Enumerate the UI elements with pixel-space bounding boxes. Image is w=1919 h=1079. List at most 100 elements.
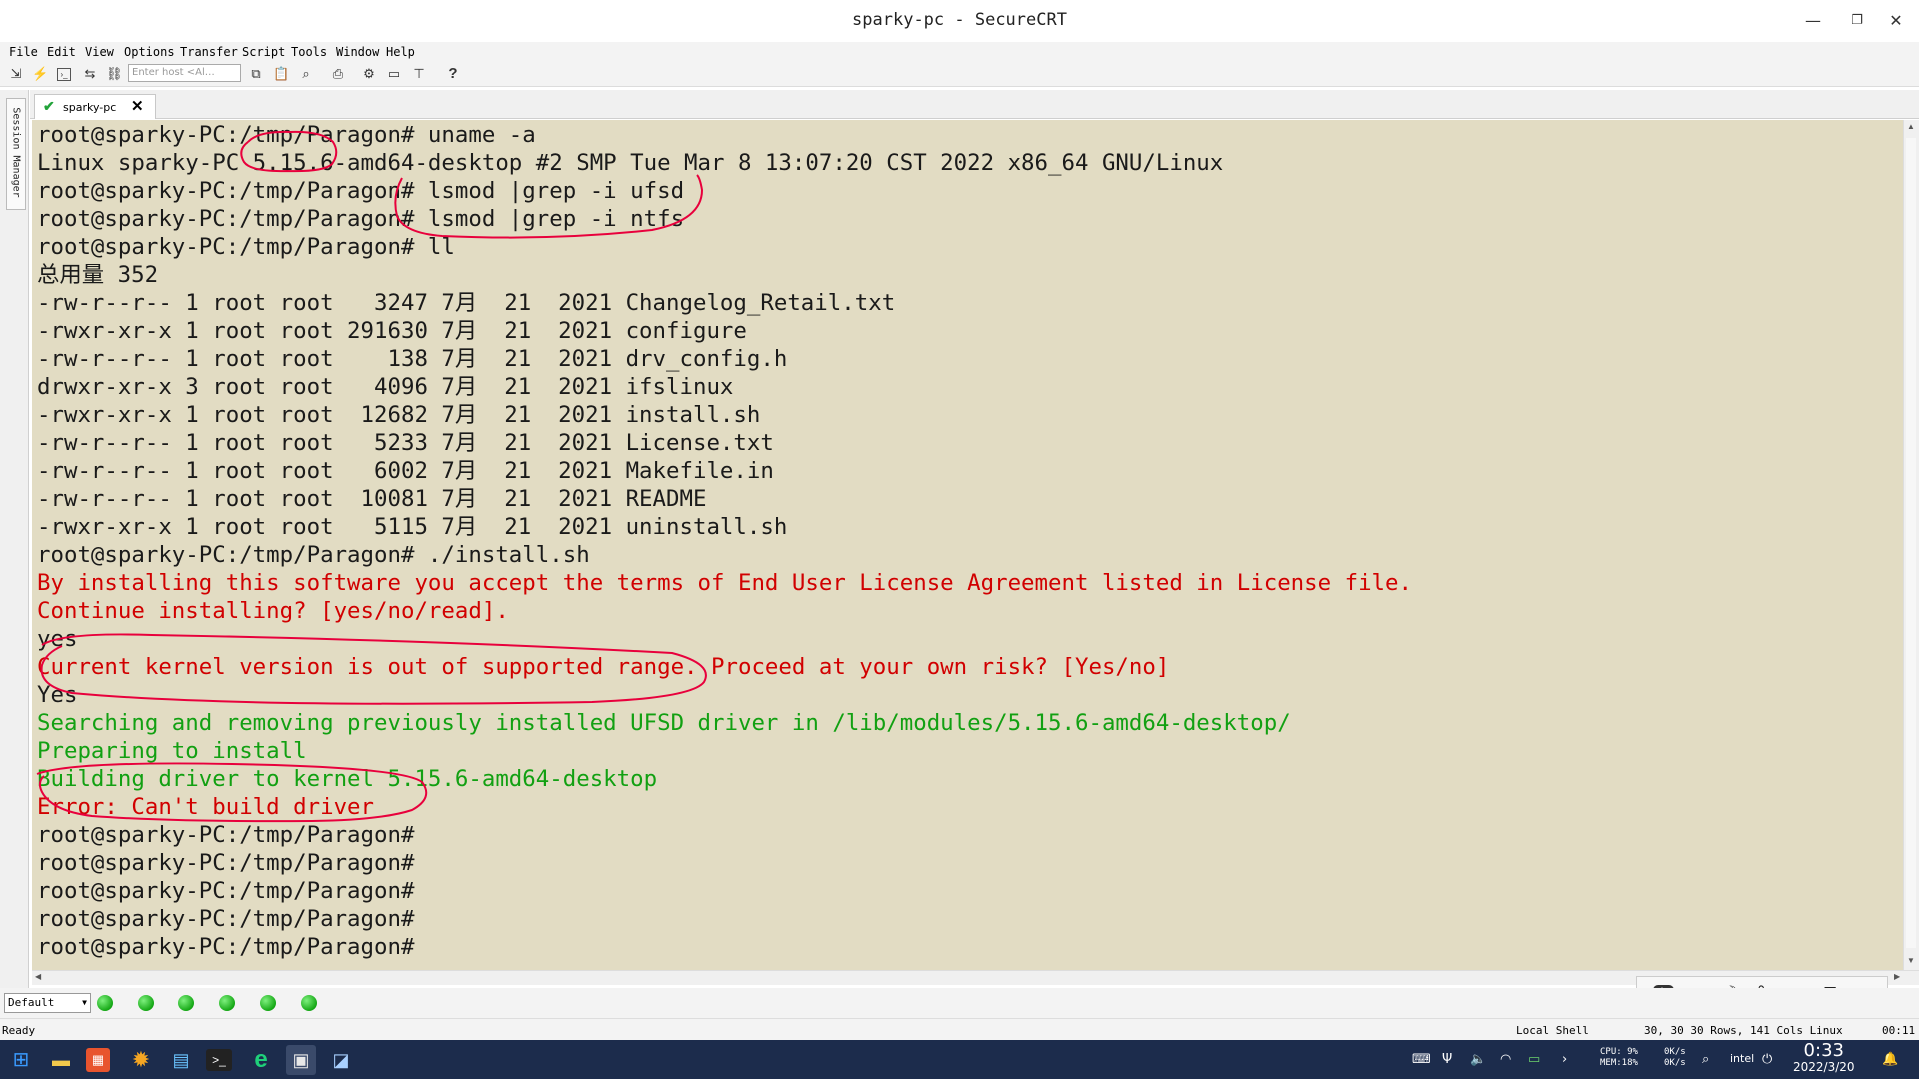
net-up: 0K/s — [1664, 1047, 1686, 1057]
sftp-icon[interactable]: ▭ — [386, 66, 402, 82]
wifi-icon[interactable]: ◠ — [1500, 1052, 1511, 1067]
button-bar-button[interactable] — [219, 995, 235, 1011]
terminal-line: yes — [37, 626, 78, 652]
terminal-line: Yes — [37, 682, 78, 708]
terminal-line: root@sparky-PC:/tmp/Paragon# — [37, 850, 415, 876]
terminal-line: -rw-r--r-- 1 root root 5233 7月 21 2021 L… — [37, 430, 774, 456]
terminal-line: -rwxr-xr-x 1 root root 12682 7月 21 2021 … — [37, 402, 761, 428]
status-time: 00:11 — [1882, 1024, 1916, 1037]
store-icon[interactable]: ▦ — [86, 1048, 110, 1072]
terminal-line: Continue installing? [yes/no/read]. — [37, 598, 509, 624]
print-icon[interactable]: ⎙ — [330, 66, 346, 82]
connected-check-icon: ✔ — [43, 98, 55, 114]
session-tab-icon[interactable]: ›_ — [57, 68, 71, 81]
quick-connect-icon[interactable]: ⚡ — [32, 66, 48, 82]
menu-view[interactable]: View — [85, 45, 114, 59]
terminal-line: root@sparky-PC:/tmp/Paragon# lsmod |grep… — [37, 178, 685, 204]
button-bar-button[interactable] — [97, 995, 113, 1011]
copy-icon[interactable]: ⧉ — [248, 66, 264, 82]
terminal-line: Searching and removing previously instal… — [37, 710, 1291, 736]
button-bar-button[interactable] — [260, 995, 276, 1011]
terminal-line: -rw-r--r-- 1 root root 6002 7月 21 2021 M… — [37, 458, 774, 484]
menu-file[interactable]: File — [9, 45, 38, 59]
help-icon[interactable]: ? — [445, 66, 461, 82]
scroll-left-icon[interactable]: ◀ — [35, 972, 41, 981]
terminal-line: root@sparky-PC:/tmp/Paragon# — [37, 878, 415, 904]
host-input[interactable]: Enter host <Al… — [128, 64, 241, 82]
window-title: sparky-pc - SecureCRT — [852, 10, 1067, 30]
paste-icon[interactable]: 📋 — [273, 66, 289, 82]
keyboard-icon[interactable]: ⌨ — [1412, 1052, 1431, 1067]
edge-icon[interactable]: e — [246, 1045, 276, 1075]
status-shell: Local Shell — [1516, 1024, 1589, 1037]
usb-icon[interactable]: Ψ — [1442, 1052, 1452, 1067]
search-icon[interactable]: ⌕ — [1702, 1052, 1709, 1067]
disconnect-icon[interactable]: ⛓ — [106, 66, 123, 82]
terminal-line: root@sparky-PC:/tmp/Paragon# — [37, 934, 415, 960]
app-icon[interactable]: ◪ — [326, 1045, 356, 1075]
scroll-down-icon[interactable]: ▼ — [1907, 956, 1915, 965]
status-position: 30, 30 30 Rows, 141 Cols Linux — [1644, 1024, 1843, 1037]
tab-close-icon[interactable]: ✕ — [131, 97, 144, 115]
chevron-right-icon[interactable]: › — [1562, 1052, 1567, 1067]
menu-script[interactable]: Script — [242, 45, 285, 59]
terminal-line: -rwxr-xr-x 1 root root 5115 7月 21 2021 u… — [37, 514, 788, 540]
scroll-thumb[interactable] — [1906, 138, 1916, 948]
menu-window[interactable]: Window — [336, 45, 379, 59]
terminal-line: root@sparky-PC:/tmp/Paragon# ll — [37, 234, 455, 260]
terminal-line: root@sparky-PC:/tmp/Paragon# — [37, 906, 415, 932]
settings-icon[interactable]: ⚙ — [361, 66, 377, 82]
terminal-icon[interactable]: >_ — [206, 1049, 232, 1071]
vertical-scrollbar[interactable]: ▲ ▼ — [1903, 120, 1919, 970]
cpu-usage: CPU: 9% — [1600, 1047, 1638, 1057]
terminal-line: root@sparky-PC:/tmp/Paragon# lsmod |grep… — [37, 206, 685, 232]
terminal-line: Preparing to install — [37, 738, 307, 764]
volume-icon[interactable]: 🔈 — [1470, 1052, 1486, 1067]
find-icon[interactable]: ⌕ — [298, 66, 314, 82]
terminal-view[interactable]: root@sparky-PC:/tmp/Paragon# uname -a Lin… — [32, 120, 1903, 970]
terminal-line: 总用量 352 — [37, 262, 159, 288]
menu-edit[interactable]: Edit — [47, 45, 76, 59]
intel-icon[interactable]: intel — [1730, 1052, 1754, 1065]
menu-transfer[interactable]: Transfer — [180, 45, 238, 59]
status-bar: Ready Local Shell 30, 30 30 Rows, 141 Co… — [0, 1018, 1919, 1041]
chevron-down-icon: ▼ — [82, 998, 87, 1007]
connect-icon[interactable]: ⇲ — [8, 66, 24, 82]
close-button[interactable]: ✕ — [1873, 6, 1919, 36]
minimize-button[interactable]: — — [1790, 6, 1836, 36]
clock-time: 0:33 — [1803, 1040, 1844, 1061]
cpu-mem-monitor: CPU: 9% MEM:18% — [1600, 1047, 1638, 1069]
button-bar-select[interactable]: Default ▼ — [4, 993, 91, 1013]
scroll-right-icon[interactable]: ▶ — [1894, 972, 1900, 981]
menu-options[interactable]: Options — [124, 45, 175, 59]
terminal-line: Error: Can't build driver — [37, 794, 375, 820]
menu-bar: File Edit View Options Transfer Script T… — [0, 42, 1919, 64]
button-bar: Default ▼ — [0, 988, 1919, 1018]
button-bar-button[interactable] — [178, 995, 194, 1011]
menu-help[interactable]: Help — [386, 45, 415, 59]
notification-icon[interactable]: 🔔 — [1882, 1052, 1898, 1067]
reconnect-icon[interactable]: ⇆ — [82, 66, 98, 82]
toolbar: ⇲ ⚡ ›_ ⇆ ⛓ Enter host <Al… ⧉ 📋 ⌕ ⎙ ⚙ ▭ ⊤… — [0, 62, 1919, 87]
terminal-line: Linux sparky-PC 5.15.6-amd64-desktop #2 … — [37, 150, 1224, 176]
scroll-up-icon[interactable]: ▲ — [1907, 122, 1915, 131]
windows-start-icon[interactable]: ⊞ — [6, 1045, 36, 1075]
file-explorer-icon[interactable]: ▬ — [46, 1045, 76, 1075]
securecrt-icon[interactable]: ▣ — [286, 1045, 316, 1075]
terminal-line: root@sparky-PC:/tmp/Paragon# uname -a — [37, 122, 536, 148]
power-icon[interactable]: ⏻ — [1762, 1052, 1772, 1067]
keymap-icon[interactable]: ⊤ — [411, 66, 427, 82]
status-ready: Ready — [2, 1024, 36, 1037]
tab-sparky-pc[interactable]: ✔ sparky-pc ✕ — [34, 94, 156, 119]
menu-tools[interactable]: Tools — [291, 45, 327, 59]
battery-icon[interactable]: ▭ — [1528, 1052, 1540, 1067]
session-manager-tab[interactable]: Session Manager — [6, 98, 26, 210]
button-bar-button[interactable] — [138, 995, 154, 1011]
terminal-line: Current kernel version is out of support… — [37, 654, 1170, 680]
photos-icon[interactable]: ▤ — [166, 1045, 196, 1075]
button-bar-button[interactable] — [301, 995, 317, 1011]
clock[interactable]: 0:33 2022/3/20 — [1793, 1042, 1855, 1075]
settings-app-icon[interactable]: ✹ — [126, 1045, 156, 1075]
taskbar: ⊞ ▬ ▦ ✹ ▤ >_ e ▣ ◪ ⌨ Ψ 🔈 ◠ ▭ › CPU: 9% M… — [0, 1040, 1919, 1079]
terminal-line: -rw-r--r-- 1 root root 10081 7月 21 2021 … — [37, 486, 707, 512]
